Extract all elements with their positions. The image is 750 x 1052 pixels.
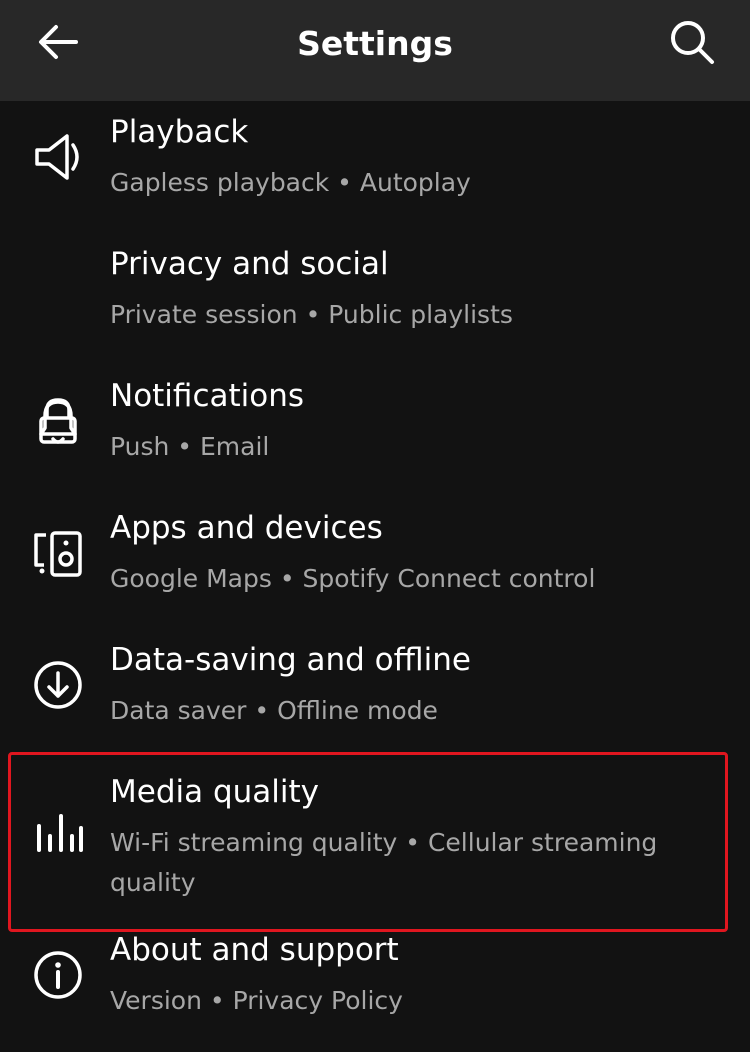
settings-item-subtitle: Data saver • Offline mode [110, 696, 438, 725]
settings-item-playback[interactable]: Playback Gapless playback • Autoplay [0, 101, 750, 233]
settings-item-notifications[interactable]: Notifications Push • Email [0, 365, 750, 497]
settings-item-label: About and support [110, 932, 399, 968]
settings-screen: Settings Playback Gapless playback • Aut… [0, 0, 750, 1052]
settings-item-data-saving[interactable]: Data-saving and offline Data saver • Off… [0, 629, 750, 761]
settings-item-subtitle: Gapless playback • Autoplay [110, 168, 471, 197]
download-circle-icon [30, 657, 86, 713]
page-title: Settings [297, 24, 453, 63]
settings-item-about[interactable]: About and support Version • Privacy Poli… [0, 932, 750, 1052]
settings-item-text: Notifications Push • Email [110, 375, 710, 467]
settings-item-text: Apps and devices Google Maps • Spotify C… [110, 507, 710, 599]
search-icon [668, 18, 716, 70]
search-button[interactable] [666, 18, 718, 70]
settings-item-text: Playback Gapless playback • Autoplay [110, 111, 710, 203]
settings-item-text: About and support Version • Privacy Poli… [110, 929, 710, 1021]
settings-item-label: Media quality [110, 774, 320, 810]
settings-item-media-quality[interactable]: Media quality Wi-Fi streaming quality • … [0, 761, 750, 949]
info-icon [30, 947, 86, 1003]
settings-item-subtitle: Push • Email [110, 432, 270, 461]
settings-item-label: Data-saving and offline [110, 642, 471, 678]
settings-item-text: Data-saving and offline Data saver • Off… [110, 639, 710, 731]
settings-item-text: Privacy and social Private session • Pub… [110, 243, 710, 335]
settings-list: Playback Gapless playback • Autoplay Pri… [0, 101, 750, 1052]
devices-icon [30, 525, 86, 581]
settings-item-label: Notifications [110, 378, 305, 414]
settings-item-privacy[interactable]: Privacy and social Private session • Pub… [0, 233, 750, 444]
settings-item-label: Apps and devices [110, 510, 383, 546]
settings-item-subtitle: Private session • Public playlists [110, 300, 513, 329]
settings-item-label: Privacy and social [110, 246, 389, 282]
settings-item-subtitle: Wi-Fi streaming quality • Cellular strea… [110, 828, 658, 897]
equalizer-icon [30, 805, 86, 861]
bell-icon [30, 393, 86, 449]
settings-item-subtitle: Version • Privacy Policy [110, 986, 403, 1015]
settings-item-label: Playback [110, 114, 249, 150]
app-header: Settings [0, 0, 750, 101]
speaker-icon [30, 129, 86, 185]
settings-item-apps-devices[interactable]: Apps and devices Google Maps • Spotify C… [0, 497, 750, 629]
settings-item-text: Media quality Wi-Fi streaming quality • … [110, 771, 710, 903]
settings-item-subtitle: Google Maps • Spotify Connect control [110, 564, 596, 593]
